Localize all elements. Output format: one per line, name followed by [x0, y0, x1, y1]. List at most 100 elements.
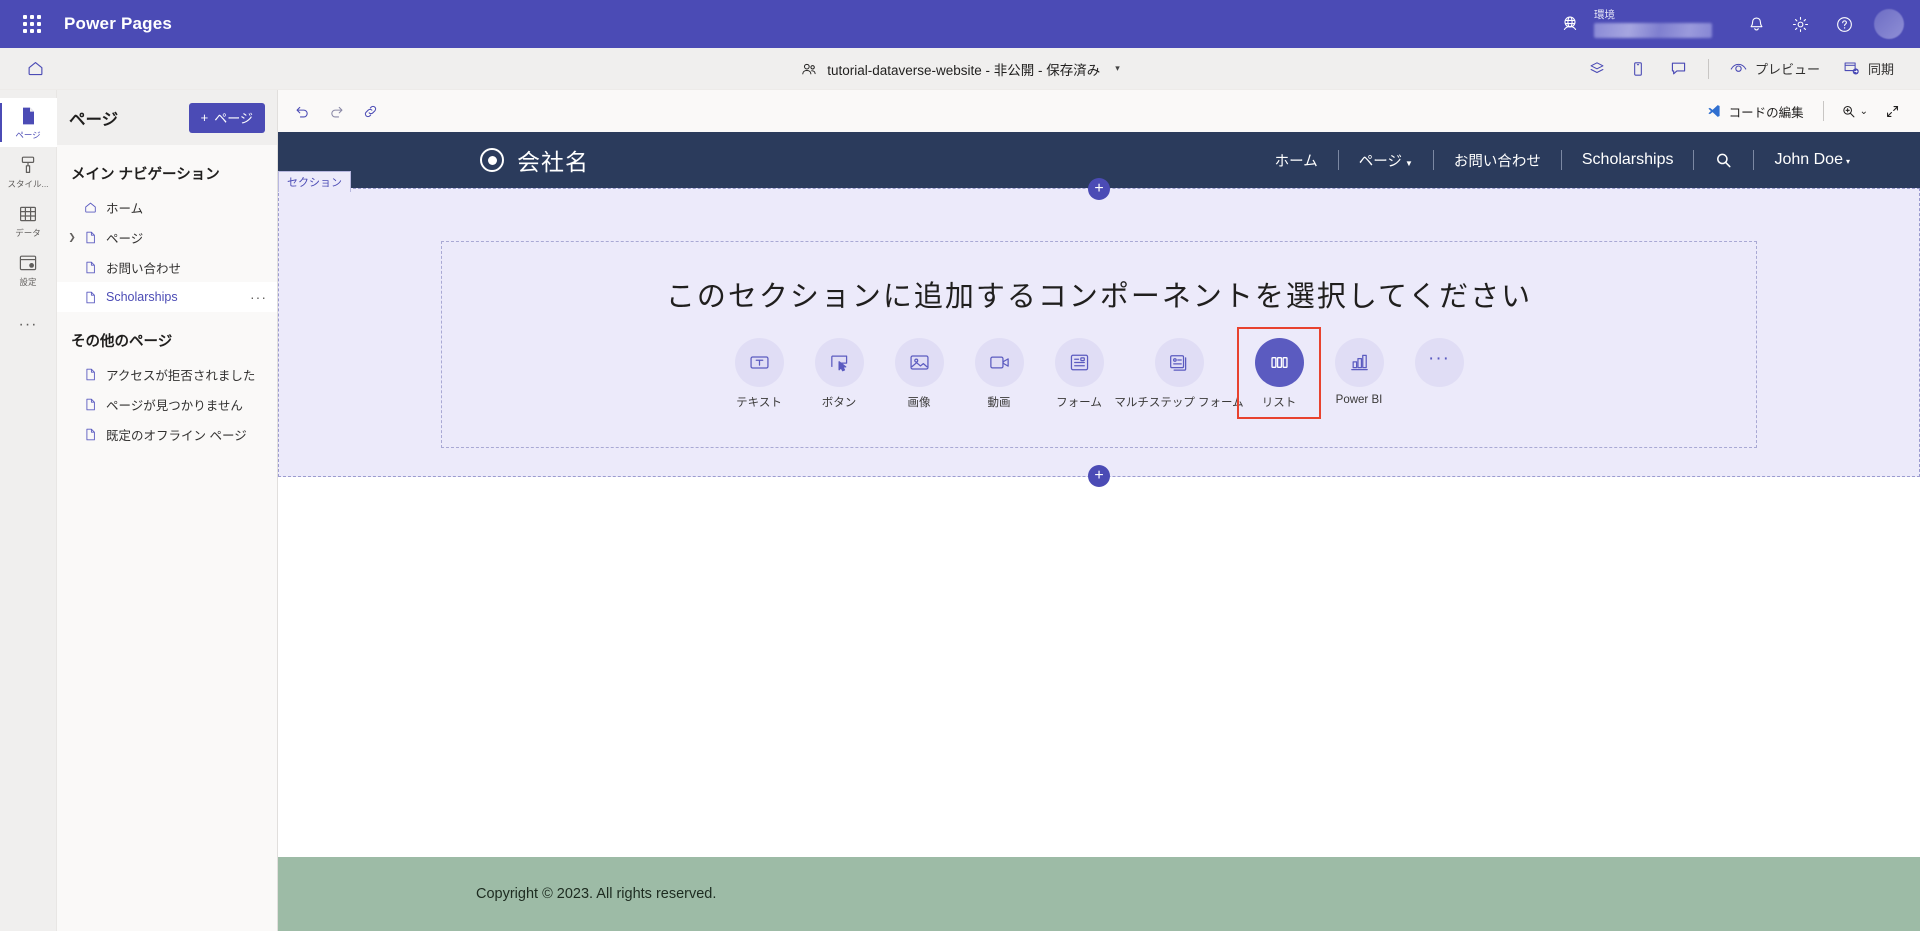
page-row-label: ホーム	[106, 198, 143, 217]
brush-icon	[17, 154, 39, 176]
component-tile-label: テキスト	[736, 394, 782, 410]
page-row-label: Scholarships	[106, 290, 178, 304]
avatar[interactable]	[1874, 9, 1904, 39]
sidebar-item-styling-label: スタイル...	[7, 178, 48, 190]
zoom-control[interactable]: ⌄	[1834, 96, 1874, 126]
pages-panel: ページ + ページ メイン ナビゲーション ホーム ❯	[57, 90, 278, 931]
nav-link-contact[interactable]: お問い合わせ	[1434, 150, 1561, 171]
component-tile-form[interactable]: フォーム	[1039, 329, 1119, 417]
component-tile-label: 動画	[988, 394, 1011, 410]
more-icon: ···	[1415, 338, 1464, 387]
app-launcher-icon[interactable]	[14, 6, 50, 42]
component-tile-label: ボタン	[822, 394, 857, 410]
link-icon[interactable]	[354, 96, 386, 126]
table-icon	[17, 203, 39, 225]
video-icon	[975, 338, 1024, 387]
component-tile-label: マルチステップ フォーム	[1114, 394, 1243, 410]
edit-code-label: コードの編集	[1729, 102, 1804, 121]
left-rail: ページ スタイル... データ	[0, 90, 57, 931]
canvas-area: コードの編集 ⌄	[278, 90, 1920, 931]
home-outline-icon	[83, 200, 98, 215]
page-row-not-found[interactable]: ページが見つかりません	[57, 389, 277, 419]
site-logo[interactable]: 会社名	[480, 143, 589, 177]
button-icon	[815, 338, 864, 387]
nav-link-scholarships[interactable]: Scholarships	[1562, 151, 1694, 169]
component-tile-list[interactable]: リスト	[1239, 329, 1319, 417]
add-page-button[interactable]: + ページ	[189, 103, 265, 133]
sidebar-item-pages[interactable]: ページ	[0, 98, 57, 147]
sync-label: 同期	[1868, 59, 1894, 78]
add-section-below-button[interactable]: +	[1088, 465, 1110, 487]
redo-icon[interactable]	[320, 96, 352, 126]
app-body: ページ スタイル... データ	[0, 90, 1920, 931]
environment-label: 環境	[1594, 10, 1712, 21]
environment-globe-icon[interactable]	[1550, 0, 1590, 48]
component-tile-text[interactable]: テキスト	[719, 329, 799, 417]
component-tile-image[interactable]: 画像	[879, 329, 959, 417]
site-title-chevron-icon[interactable]: ▾	[1115, 63, 1120, 74]
add-section-above-button[interactable]: +	[1088, 178, 1110, 200]
expand-icon[interactable]	[1876, 96, 1908, 126]
bell-icon[interactable]	[1736, 0, 1776, 48]
help-icon[interactable]	[1824, 0, 1864, 48]
company-name: 会社名	[517, 143, 589, 177]
home-icon[interactable]	[0, 59, 70, 78]
image-icon	[895, 338, 944, 387]
component-tile-more[interactable]: ···	[1399, 329, 1479, 401]
user-menu[interactable]: John Doe▾	[1754, 151, 1870, 169]
page-row-more-icon[interactable]: ···	[250, 289, 267, 305]
form-icon	[1055, 338, 1104, 387]
plus-icon: +	[201, 110, 209, 125]
feedback-icon[interactable]	[1659, 53, 1698, 85]
pages-stack-icon[interactable]	[1577, 53, 1617, 85]
rail-overflow-icon[interactable]: ···	[19, 316, 38, 340]
pages-tree: メイン ナビゲーション ホーム ❯ ページ	[57, 145, 277, 931]
search-icon[interactable]	[1694, 151, 1753, 170]
page-icon	[83, 230, 98, 245]
gear-icon[interactable]	[1780, 0, 1820, 48]
list-icon	[1255, 338, 1304, 387]
section-container[interactable]: セクション + + このセクションに追加するコンポーネントを選択してください	[278, 188, 1920, 477]
toolbar-divider	[1823, 101, 1824, 121]
nav-link-pages[interactable]: ページ▼	[1339, 150, 1433, 171]
page-row-access-denied[interactable]: アクセスが拒否されました	[57, 359, 277, 389]
command-bar: tutorial-dataverse-website - 非公開 - 保存済み …	[0, 48, 1920, 90]
settings-icon	[17, 252, 39, 274]
component-picker: このセクションに追加するコンポーネントを選択してください	[441, 241, 1757, 448]
text-icon	[735, 338, 784, 387]
vscode-icon	[1706, 103, 1722, 119]
undo-icon[interactable]	[286, 96, 318, 126]
canvas-toolbar-left	[286, 96, 386, 126]
sidebar-item-settings[interactable]: 設定	[0, 245, 57, 294]
user-menu-label: John Doe	[1774, 151, 1843, 168]
page-row-home[interactable]: ホーム	[57, 192, 277, 222]
device-preview-icon[interactable]	[1619, 53, 1657, 85]
page-row-contact[interactable]: お問い合わせ	[57, 252, 277, 282]
sidebar-item-styling[interactable]: スタイル...	[0, 147, 57, 196]
edit-code-button[interactable]: コードの編集	[1697, 96, 1813, 126]
page-row-pages[interactable]: ❯ ページ	[57, 222, 277, 252]
component-tile-button[interactable]: ボタン	[799, 329, 879, 417]
chevron-right-icon[interactable]: ❯	[66, 232, 78, 243]
people-icon	[800, 60, 818, 78]
page-icon	[83, 367, 98, 382]
component-tile-multistep-form[interactable]: マルチステップ フォーム	[1119, 329, 1239, 417]
component-tile-label: リスト	[1262, 394, 1297, 410]
site-title: tutorial-dataverse-website - 非公開 - 保存済み	[827, 59, 1100, 79]
preview-button[interactable]: プレビュー	[1719, 53, 1830, 85]
component-tile-powerbi[interactable]: Power BI	[1319, 329, 1399, 413]
environment-indicator[interactable]: 環境	[1594, 10, 1712, 38]
page-row-offline[interactable]: 既定のオフライン ページ	[57, 419, 277, 449]
nav-link-home[interactable]: ホーム	[1255, 150, 1338, 171]
sync-button[interactable]: 同期	[1832, 53, 1904, 85]
sidebar-item-data[interactable]: データ	[0, 196, 57, 245]
command-bar-actions: プレビュー 同期	[1577, 53, 1920, 85]
page-row-label: お問い合わせ	[106, 258, 181, 277]
page-icon	[83, 397, 98, 412]
component-tile-label: フォーム	[1056, 394, 1102, 410]
page-row-scholarships[interactable]: Scholarships ···	[57, 282, 277, 312]
page-row-label: ページ	[106, 228, 143, 247]
canvas-toolbar-right: コードの編集 ⌄	[1697, 96, 1908, 126]
section-tag: セクション	[278, 171, 351, 192]
component-tile-video[interactable]: 動画	[959, 329, 1039, 417]
